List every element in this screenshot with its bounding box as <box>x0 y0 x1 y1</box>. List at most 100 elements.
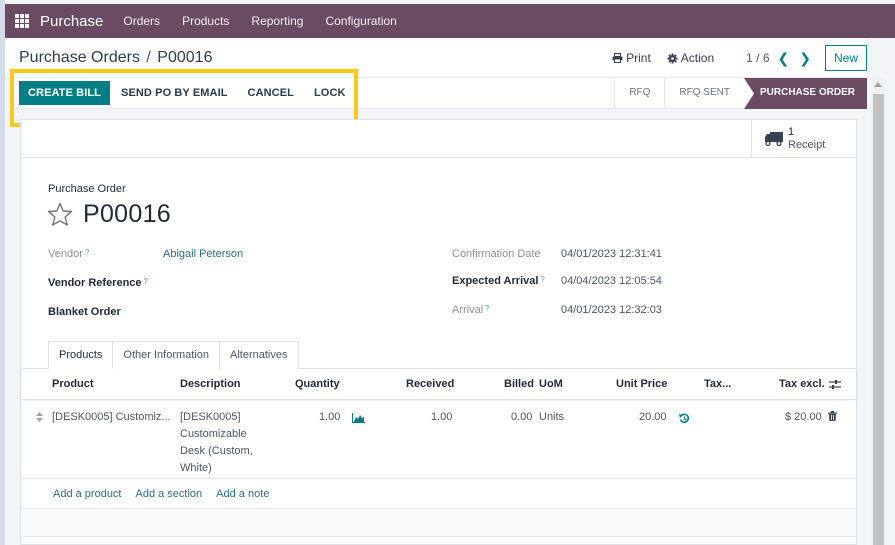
cell-subtotal: $ 20.00 <box>785 411 822 423</box>
arrival-label: Arrival <box>452 304 484 316</box>
column-unit-price[interactable]: Unit Price <box>616 378 667 390</box>
smart-button-box: 1 Receipt <box>21 120 856 158</box>
drag-handle-icon[interactable] <box>36 412 43 422</box>
breadcrumb-parent[interactable]: Purchase Orders <box>19 49 140 66</box>
pager-next-icon[interactable]: ❯ <box>799 50 811 67</box>
add-note-link[interactable]: Add a note <box>216 488 269 500</box>
vendor-label: Vendor <box>48 248 83 260</box>
cancel-button[interactable]: CANCEL <box>239 81 303 105</box>
top-navbar: Purchase Orders Products Reporting Confi… <box>5 4 895 38</box>
statusbar: CREATE BILL SEND PO BY EMAIL CANCEL LOCK… <box>12 78 867 109</box>
help-icon[interactable]: ? <box>85 248 89 260</box>
stage-rfq-sent[interactable]: RFQ SENT <box>664 78 744 109</box>
action-label: Action <box>680 51 715 65</box>
field-vendor: Vendor? Abigail Peterson <box>48 248 428 260</box>
add-product-link[interactable]: Add a product <box>53 488 122 500</box>
confirmation-date-label: Confirmation Date <box>452 248 541 260</box>
stage-rfq[interactable]: RFQ <box>614 78 664 109</box>
confirmation-date-value: 04/01/2023 12:31:41 <box>561 248 662 260</box>
arrival-value: 04/01/2023 12:32:03 <box>561 304 662 316</box>
forecast-chart-icon[interactable] <box>352 413 365 423</box>
cell-description[interactable]: [DESK0005] Customizable Desk (Custom, Wh… <box>180 409 253 477</box>
receipt-label: Receipt <box>788 139 826 151</box>
menu-products[interactable]: Products <box>182 14 229 28</box>
breadcrumb-current: P00016 <box>157 49 213 66</box>
form-title: P00016 <box>47 200 171 229</box>
column-taxes[interactable]: Tax... <box>704 378 731 390</box>
field-confirmation-date: Confirmation Date 04/01/2023 12:31:41 <box>452 248 752 260</box>
column-uom[interactable]: UoM <box>539 378 563 390</box>
vendor-value[interactable]: Abigail Peterson <box>163 248 243 260</box>
pager-previous-icon[interactable]: ❮ <box>778 50 790 67</box>
print-label: Print <box>626 51 651 65</box>
print-button[interactable]: Print <box>612 51 651 65</box>
menu-configuration[interactable]: Configuration <box>325 14 396 28</box>
help-icon[interactable]: ? <box>485 304 489 316</box>
form-sheet: 1 Receipt Purchase Order P00016 Vendor? … <box>20 119 857 545</box>
receipt-count: 1 <box>788 126 795 138</box>
vendor-reference-label: Vendor Reference <box>48 277 142 289</box>
expected-arrival-value[interactable]: 04/04/2023 12:05:54 <box>561 275 662 287</box>
action-button[interactable]: Action <box>667 51 714 65</box>
field-vendor-reference: Vendor Reference? <box>48 277 148 289</box>
cell-billed: 0.00 <box>511 411 533 423</box>
column-received[interactable]: Received <box>406 378 454 390</box>
add-section-link[interactable]: Add a section <box>136 488 203 500</box>
menu-orders[interactable]: Orders <box>123 14 160 28</box>
help-icon[interactable]: ? <box>144 277 148 289</box>
menu-reporting[interactable]: Reporting <box>251 14 303 28</box>
cell-uom[interactable]: Units <box>539 409 564 426</box>
app-name[interactable]: Purchase <box>40 13 103 30</box>
left-edge <box>0 0 5 545</box>
field-expected-arrival: Expected Arrival? 04/04/2023 12:05:54 <box>452 275 752 287</box>
truck-icon <box>765 132 783 147</box>
create-bill-button[interactable]: CREATE BILL <box>19 81 111 105</box>
cell-product[interactable]: [DESK0005] Customiz... <box>52 409 171 426</box>
expected-arrival-label: Expected Arrival <box>452 275 539 287</box>
field-blanket-order: Blanket Order <box>48 306 121 318</box>
field-arrival: Arrival? 04/01/2023 12:32:03 <box>452 304 752 316</box>
control-panel: Purchase Orders / P00016 Print Action 1 … <box>5 38 867 78</box>
optional-columns-icon[interactable] <box>829 379 841 390</box>
tab-alternatives[interactable]: Alternatives <box>219 341 299 369</box>
column-quantity[interactable]: Quantity <box>295 378 340 390</box>
breadcrumb-separator: / <box>146 49 151 66</box>
table-header: Product Description Quantity Received Bi… <box>21 369 856 400</box>
vertical-scrollbar[interactable] <box>871 78 886 545</box>
column-billed[interactable]: Billed <box>504 378 534 390</box>
description-line: White) <box>180 462 212 474</box>
scrollbar-thumb[interactable] <box>873 94 884 545</box>
tab-products[interactable]: Products <box>48 341 114 369</box>
cell-quantity[interactable]: 1.00 <box>319 409 340 426</box>
star-icon[interactable] <box>47 202 73 227</box>
cell-unit-price[interactable]: 20.00 <box>639 409 667 426</box>
blanket-order-label: Blanket Order <box>48 306 121 318</box>
help-icon[interactable]: ? <box>540 275 544 287</box>
print-icon <box>612 53 623 63</box>
scroll-up-arrow-icon[interactable] <box>874 82 882 87</box>
column-description[interactable]: Description <box>180 378 241 390</box>
table-row[interactable]: [DESK0005] Customiz... [DESK0005] Custom… <box>21 401 856 479</box>
cell-received[interactable]: 1.00 <box>431 409 452 426</box>
status-stages: RFQ RFQ SENT PURCHASE ORDER <box>614 78 867 109</box>
column-tax-excl[interactable]: Tax excl. <box>779 378 825 390</box>
add-line-row: Add a product Add a section Add a note <box>21 479 856 509</box>
new-button[interactable]: New <box>824 45 867 71</box>
gear-icon <box>667 53 678 63</box>
tab-other-information[interactable]: Other Information <box>112 341 221 369</box>
trash-icon[interactable] <box>828 411 837 421</box>
price-history-icon[interactable] <box>679 413 690 424</box>
order-name: P00016 <box>83 200 171 228</box>
receipt-smart-button[interactable]: 1 Receipt <box>751 120 856 158</box>
pager-value[interactable]: 1 / 6 <box>746 51 769 65</box>
description-line: Desk (Custom, <box>180 445 253 457</box>
send-po-by-email-button[interactable]: SEND PO BY EMAIL <box>112 81 237 105</box>
lock-button[interactable]: LOCK <box>305 81 355 105</box>
empty-table-row <box>21 509 856 537</box>
stage-purchase-order[interactable]: PURCHASE ORDER <box>743 78 867 109</box>
column-product[interactable]: Product <box>52 378 94 390</box>
breadcrumb: Purchase Orders / P00016 <box>19 49 212 67</box>
description-line: [DESK0005] <box>180 411 241 423</box>
apps-menu-icon[interactable] <box>15 14 29 28</box>
description-line: Customizable <box>180 428 247 440</box>
